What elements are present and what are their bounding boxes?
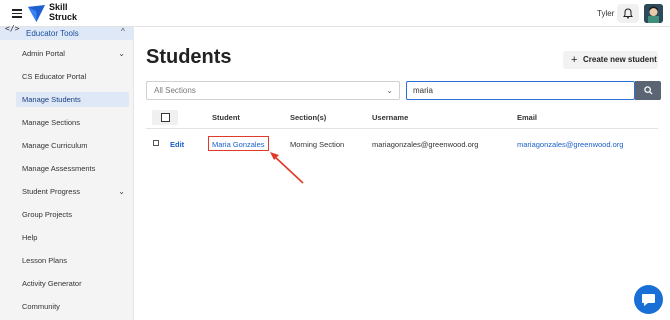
sidebar-item-manage-sections[interactable]: Manage Sections [16,115,129,130]
sidebar-item-manage-curriculum[interactable]: Manage Curriculum [16,138,129,153]
page-title: Students [146,46,232,68]
row-checkbox[interactable] [153,140,159,146]
sidebar-item-manage-assessments[interactable]: Manage Assessments [16,161,129,176]
code-icon: </> [5,24,20,33]
student-username: mariagonzales@greenwood.org [372,140,479,149]
chevron-down-icon: ⌄ [386,86,393,95]
sidebar-item-student-progress[interactable]: Student Progress ⌄ [16,184,129,199]
chevron-down-icon: ⌄ [118,187,125,196]
logo-text: Skill Struck [49,2,78,22]
plus-icon: + [571,54,578,66]
hamburger-menu-icon[interactable] [12,9,22,18]
section-filter-select[interactable]: All Sections ⌄ [146,81,400,100]
select-all-checkbox[interactable] [161,113,170,122]
notifications-button[interactable] [617,4,639,23]
sidebar-item-admin-portal[interactable]: Admin Portal ⌄ [16,46,129,61]
chat-button[interactable] [634,285,663,314]
sidebar-item-manage-students[interactable]: Manage Students [16,92,129,107]
student-email-link[interactable]: mariagonzales@greenwood.org [517,140,623,149]
sidebar-item-group-projects[interactable]: Group Projects [16,207,129,222]
sidebar-section-title: Educator Tools [26,29,79,38]
column-header-email: Email [517,113,538,122]
sidebar-section-header[interactable]: </> Educator Tools ^ [0,24,134,40]
sidebar-item-lesson-plans[interactable]: Lesson Plans [16,253,129,268]
chevron-down-icon: ⌄ [118,49,125,58]
sidebar-item-activity-generator[interactable]: Activity Generator [16,276,129,291]
sidebar-item-cs-educator-portal[interactable]: CS Educator Portal [16,69,129,84]
search-button[interactable] [635,81,661,100]
sidebar-item-community[interactable]: Community [16,299,129,314]
column-header-student: Student [212,113,240,122]
highlight-box [208,136,269,151]
column-header-username: Username [372,113,409,122]
search-icon [643,86,653,95]
edit-link[interactable]: Edit [170,140,184,149]
top-bar: Skill Struck Tyler [0,0,670,27]
chevron-up-icon: ^ [121,27,125,36]
annotation-arrow-icon [270,152,304,184]
create-new-student-button[interactable]: + Create new student [563,51,658,69]
skillstruck-logo-icon [27,4,46,23]
sidebar: </> Educator Tools ^ Admin Portal ⌄ CS Ed… [0,24,134,320]
chat-bubble-icon [642,293,655,306]
search-input[interactable] [406,81,635,100]
column-header-sections: Section(s) [290,113,327,122]
avatar[interactable] [644,4,663,23]
bell-icon [623,8,633,19]
user-name: Tyler [597,9,615,18]
select-all-checkbox-wrap[interactable] [152,110,178,125]
table-header: Student Section(s) Username Email [146,107,658,129]
sidebar-item-help[interactable]: Help [16,230,129,245]
